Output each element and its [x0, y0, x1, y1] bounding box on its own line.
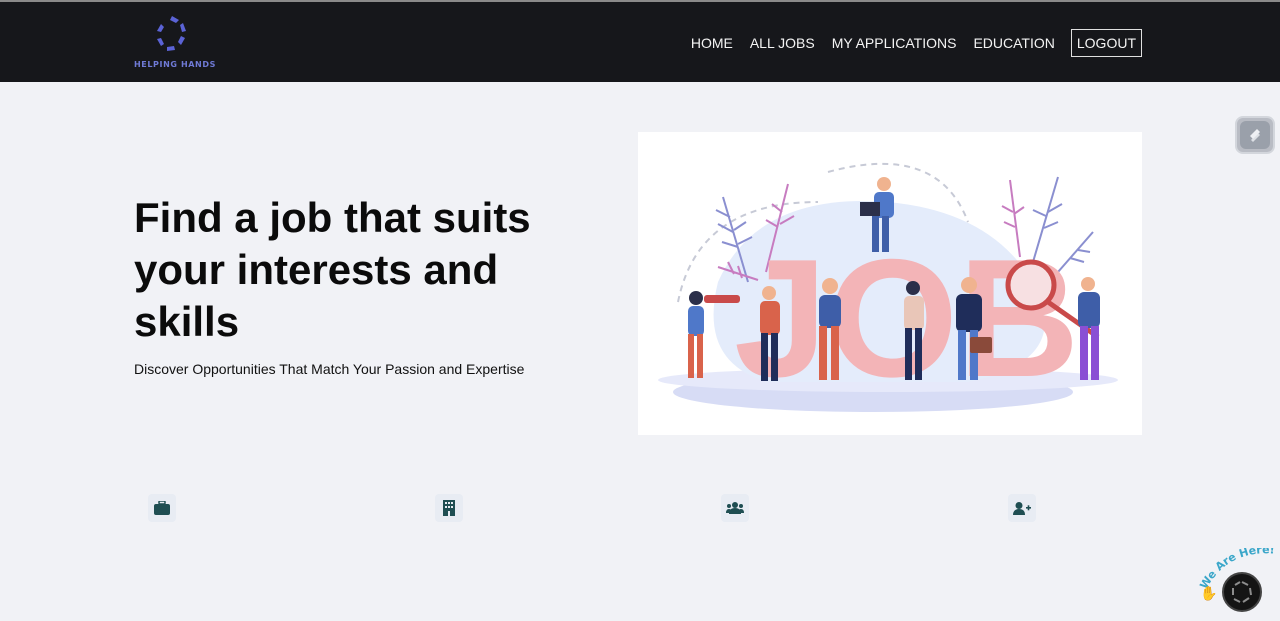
main-nav: HOME ALL JOBS MY APPLICATIONS EDUCATION …: [674, 29, 1142, 57]
nav-all-jobs[interactable]: ALL JOBS: [750, 30, 815, 56]
tool-icon: [1240, 121, 1270, 149]
floating-tool-button[interactable]: [1235, 116, 1275, 154]
waving-hand-icon: ✋: [1200, 586, 1218, 602]
building-icon: [435, 494, 463, 522]
brand-name: HELPING HANDS: [134, 60, 216, 69]
hero-title: Find a job that suits your interests and…: [134, 194, 531, 345]
nav-home[interactable]: HOME: [691, 30, 733, 56]
hero-subtitle: Discover Opportunities That Match Your P…: [134, 361, 525, 377]
chat-launcher-button[interactable]: [1222, 572, 1262, 612]
navbar: HELPING HANDS HOME ALL JOBS MY APPLICATI…: [0, 0, 1280, 82]
helping-hands-logo-icon: [157, 16, 186, 51]
feature-icons-row: [0, 494, 1280, 524]
users-icon: [721, 494, 749, 522]
briefcase-icon: [148, 494, 176, 522]
chat-widget[interactable]: We Are Here! ✋: [1198, 548, 1280, 618]
user-plus-icon: [1008, 494, 1036, 522]
hero-illustration: JOB: [638, 132, 1142, 435]
chat-logo-icon: [1232, 581, 1252, 603]
nav-my-applications[interactable]: MY APPLICATIONS: [832, 30, 957, 56]
brand-logo[interactable]: HELPING HANDS: [134, 14, 216, 74]
job-search-illustration: JOB: [658, 162, 1118, 412]
nav-education[interactable]: EDUCATION: [973, 30, 1054, 56]
logout-button[interactable]: LOGOUT: [1070, 29, 1142, 57]
